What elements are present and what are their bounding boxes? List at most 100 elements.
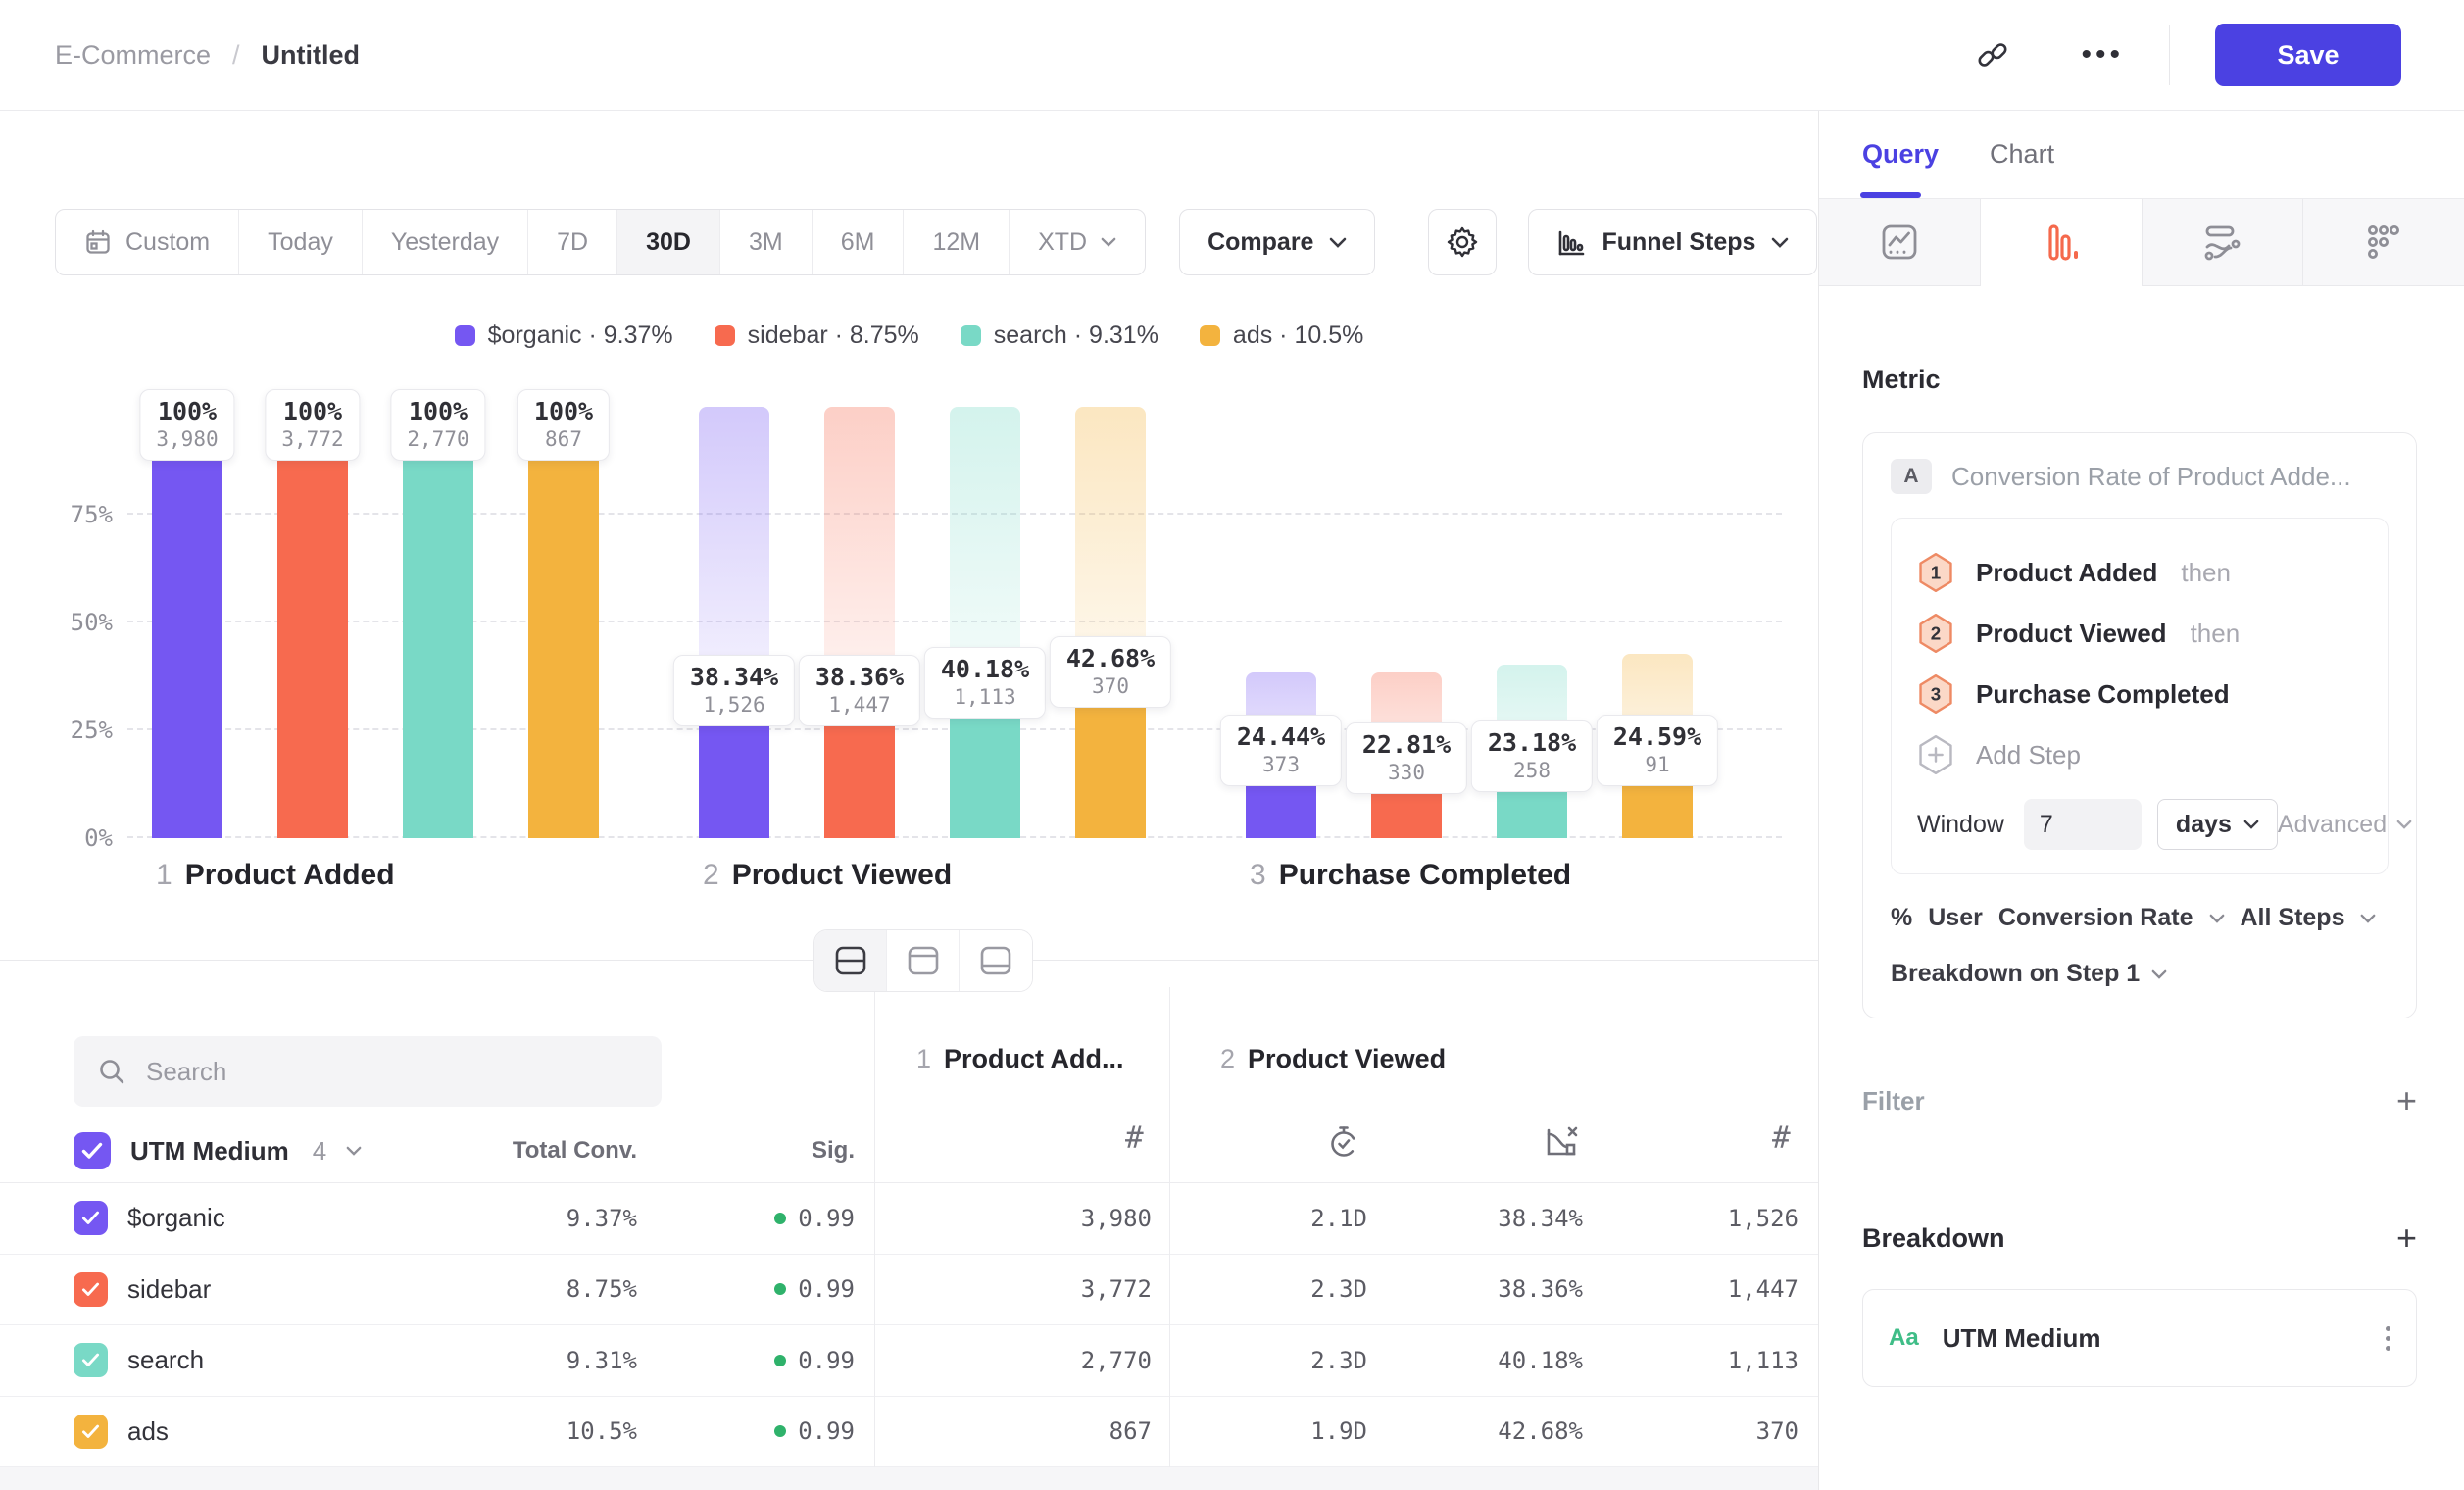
- group-by-label[interactable]: UTM Medium: [130, 1136, 289, 1167]
- bar-pct: 42.68%: [1066, 644, 1155, 672]
- funnel-bar-sidebar-step2[interactable]: 38.36%1,447: [824, 407, 895, 838]
- sig-dot: [774, 1355, 786, 1366]
- kebab-menu-icon[interactable]: [2386, 1326, 2390, 1351]
- add-step-button[interactable]: Add Step: [1917, 724, 2362, 785]
- date-range-custom[interactable]: Custom: [56, 210, 239, 274]
- chart-settings-button[interactable]: [1428, 209, 1497, 275]
- layout-bottom-panel-icon: [978, 944, 1013, 977]
- funnels-icon[interactable]: [1981, 199, 2143, 286]
- window-value-input[interactable]: [2024, 799, 2142, 850]
- funnel-bar-ads-step3[interactable]: 24.59%91: [1622, 407, 1693, 838]
- table-row-sidebar[interactable]: sidebar8.75%0.993,7722.3D38.36%1,447: [0, 1255, 1818, 1326]
- date-range-30d[interactable]: 30D: [617, 210, 720, 274]
- compare-button[interactable]: Compare: [1179, 209, 1375, 275]
- step-event-name: Purchase Completed: [1976, 679, 2230, 710]
- copy-link-icon[interactable]: [1961, 24, 2024, 86]
- add-filter-button[interactable]: +: [2396, 1083, 2417, 1118]
- legend-swatch: [1200, 325, 1220, 346]
- advanced-dropdown[interactable]: Advanced: [2278, 811, 2412, 839]
- legend-item[interactable]: $organic · 9.37%: [455, 322, 673, 350]
- layout-toggle: [813, 929, 1033, 992]
- bar-value-label: 24.44%373: [1220, 715, 1342, 786]
- funnel-bar-sidebar-step1[interactable]: 100%3,772: [277, 407, 348, 838]
- query-step-1[interactable]: 1Product Addedthen: [1917, 542, 2362, 603]
- funnel-bar-$organic-step3[interactable]: 24.44%373: [1246, 407, 1316, 838]
- funnel-bar-search-step1[interactable]: 100%2,770: [403, 407, 473, 838]
- retention-icon[interactable]: [2303, 199, 2464, 286]
- step-number: 2: [703, 859, 719, 892]
- add-breakdown-button[interactable]: +: [2396, 1220, 2417, 1256]
- bar-value-label: 38.34%1,526: [673, 655, 795, 726]
- sig-cell: 0.99: [647, 1417, 874, 1445]
- row-checkbox[interactable]: [74, 1343, 108, 1377]
- query-step-2[interactable]: 2Product Viewedthen: [1917, 603, 2362, 664]
- step-name: Product Added: [185, 859, 395, 892]
- tab-query[interactable]: Query: [1862, 111, 1939, 198]
- date-range-12m[interactable]: 12M: [904, 210, 1010, 274]
- bar-value-label: 24.59%91: [1597, 715, 1718, 786]
- window-unit-label: days: [2176, 811, 2232, 839]
- bar-pct: 100%: [156, 397, 218, 425]
- breadcrumb-project[interactable]: E-Commerce: [55, 40, 211, 71]
- table-row-$organic[interactable]: $organic9.37%0.993,9802.1D38.34%1,526: [0, 1183, 1818, 1255]
- table-row-search[interactable]: search9.31%0.992,7702.3D40.18%1,113: [0, 1325, 1818, 1397]
- chevron-down-icon[interactable]: [2209, 914, 2225, 923]
- layout-split-button[interactable]: [814, 930, 887, 991]
- legend-item[interactable]: ads · 10.5%: [1200, 322, 1363, 350]
- layout-bottom-panel-button[interactable]: [960, 930, 1032, 991]
- funnel-bar-ads-step2[interactable]: 42.68%370: [1075, 407, 1146, 838]
- insights-icon[interactable]: [1819, 199, 1981, 286]
- row-checkbox[interactable]: [74, 1201, 108, 1235]
- date-range-xtd[interactable]: XTD: [1010, 210, 1145, 274]
- save-button[interactable]: Save: [2215, 24, 2401, 86]
- date-range-yesterday[interactable]: Yesterday: [363, 210, 528, 274]
- chevron-down-icon: [1101, 237, 1116, 247]
- window-unit-dropdown[interactable]: days: [2157, 799, 2278, 850]
- date-range-3m[interactable]: 3M: [720, 210, 813, 274]
- select-all-checkbox[interactable]: [74, 1132, 111, 1169]
- breakdown-table-header: 1 Product Add... 2 Product Viewed #: [0, 987, 1818, 1183]
- funnel-bar-sidebar-step3[interactable]: 22.81%330: [1371, 407, 1442, 838]
- date-range-today[interactable]: Today: [239, 210, 363, 274]
- chevron-down-icon[interactable]: [346, 1146, 362, 1156]
- row-checkbox[interactable]: [74, 1272, 108, 1307]
- bar-segment: [152, 407, 222, 838]
- table-row-ads[interactable]: ads10.5%0.998671.9D42.68%370: [0, 1397, 1818, 1468]
- measure-metric-dropdown[interactable]: Conversion Rate: [1998, 904, 2193, 932]
- funnel-bar-search-step3[interactable]: 23.18%258: [1497, 407, 1567, 838]
- legend-item[interactable]: search · 9.31%: [961, 322, 1158, 350]
- sig-cell: 0.99: [647, 1347, 874, 1374]
- step-event-name: Product Added: [1976, 558, 2157, 588]
- date-range-6m[interactable]: 6M: [813, 210, 905, 274]
- legend-item[interactable]: sidebar · 8.75%: [715, 322, 919, 350]
- query-step-3[interactable]: 3Purchase Completed: [1917, 664, 2362, 724]
- total-conv-header[interactable]: Total Conv.: [387, 1137, 647, 1165]
- chart-mode-label: Funnel Steps: [1602, 228, 1755, 257]
- date-range-picker: CustomTodayYesterday7D30D3M6M12MXTD: [55, 209, 1146, 275]
- breadcrumb-report-title[interactable]: Untitled: [262, 40, 361, 71]
- table-step2-header[interactable]: 2 Product Viewed: [1220, 1044, 1446, 1074]
- funnel-bar-ads-step1[interactable]: 100%867: [528, 407, 599, 838]
- gear-icon: [1445, 224, 1480, 260]
- funnel-bar-search-step2[interactable]: 40.18%1,113: [950, 407, 1020, 838]
- funnel-bar-$organic-step1[interactable]: 100%3,980: [152, 407, 222, 838]
- tab-chart[interactable]: Chart: [1990, 111, 2054, 198]
- flows-icon[interactable]: [2143, 199, 2304, 286]
- measure-entity[interactable]: User: [1928, 904, 1983, 932]
- funnel-bar-$organic-step2[interactable]: 38.34%1,526: [699, 407, 769, 838]
- funnel-step-labels: 1Product Added2Product Viewed3Purchase C…: [0, 859, 1818, 902]
- breakdown-on-step-dropdown[interactable]: Breakdown on Step 1: [1891, 960, 2389, 988]
- search-input[interactable]: [146, 1057, 616, 1087]
- more-options-icon[interactable]: •••: [2081, 38, 2124, 72]
- breakdown-item[interactable]: Aa UTM Medium: [1862, 1289, 2417, 1387]
- layout-top-panel-button[interactable]: [887, 930, 960, 991]
- metric-series-row[interactable]: A Conversion Rate of Product Adde...: [1891, 459, 2389, 494]
- chevron-down-icon[interactable]: [2360, 914, 2376, 923]
- table-step1-header[interactable]: 1 Product Add...: [916, 1044, 1124, 1074]
- measure-scope-dropdown[interactable]: All Steps: [2241, 904, 2345, 932]
- breakdown-heading: Breakdown: [1862, 1223, 2005, 1254]
- chart-mode-dropdown[interactable]: Funnel Steps: [1528, 209, 1817, 275]
- sig-header[interactable]: Sig.: [647, 1137, 874, 1165]
- date-range-7d[interactable]: 7D: [528, 210, 617, 274]
- row-checkbox[interactable]: [74, 1415, 108, 1449]
